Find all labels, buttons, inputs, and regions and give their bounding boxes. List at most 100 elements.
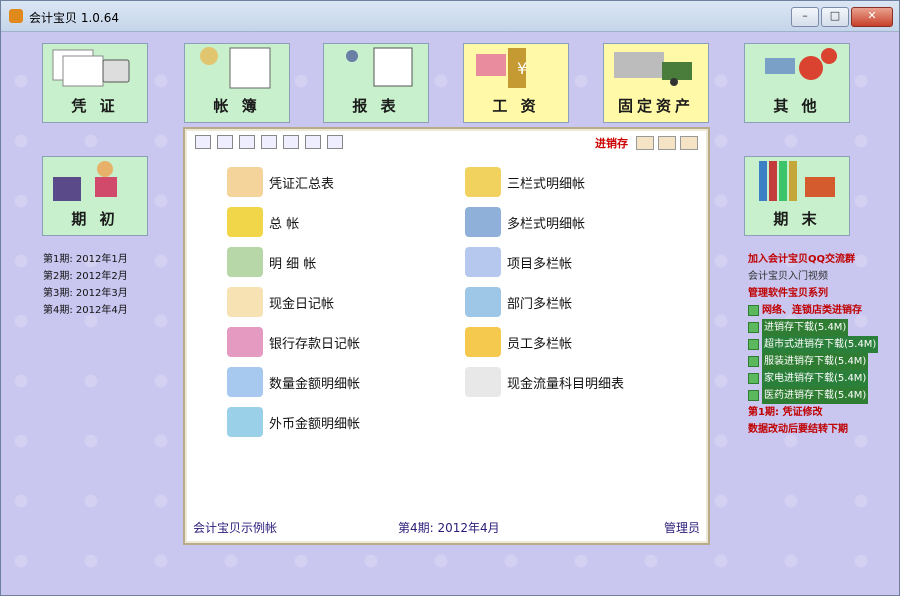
tile-label: 工 资 <box>492 97 540 115</box>
lock-icon[interactable] <box>239 135 255 149</box>
books-icon <box>759 161 835 201</box>
menu-general-ledger[interactable]: 总 帐 <box>227 207 299 237</box>
tile-fixed-assets[interactable]: 固定资产 <box>603 43 709 123</box>
stack-icon[interactable] <box>327 135 343 149</box>
download-item[interactable]: 服装进销存下载(5.4M) <box>748 353 898 370</box>
folder-icon <box>227 167 263 197</box>
tile-report[interactable]: 报 表 <box>323 43 429 123</box>
tile-label: 期 末 <box>773 210 821 228</box>
menu-cash-journal[interactable]: 现金日记帐 <box>227 287 334 317</box>
window-title: 会计宝贝 1.0.64 <box>29 11 119 25</box>
menu-employee-columns[interactable]: 员工多栏帐 <box>465 327 572 357</box>
maximize-button[interactable]: □ <box>821 7 849 27</box>
menu-label: 三栏式明细帐 <box>507 176 586 192</box>
quantity-icon <box>227 367 263 397</box>
minimize-button[interactable]: – <box>791 7 819 27</box>
app-icon <box>9 9 23 23</box>
qq-group-link[interactable]: 加入会计宝贝QQ交流群 <box>748 251 898 268</box>
menu-label: 员工多栏帐 <box>507 336 573 352</box>
period-item[interactable]: 第2期: 2012年2月 <box>43 268 128 285</box>
menu-label: 数量金额明细帐 <box>269 376 361 392</box>
tile-salary[interactable]: ¥ 工 资 <box>463 43 569 123</box>
employee-icon <box>465 327 501 357</box>
notebook-icon <box>465 207 501 237</box>
salary-icon: ¥ <box>476 48 527 88</box>
calendar-icon[interactable] <box>195 135 211 149</box>
tools-icon[interactable] <box>283 135 299 149</box>
svg-text:¥: ¥ <box>517 59 527 78</box>
truck-icon <box>614 52 692 86</box>
jxc-link[interactable]: 进销存 <box>595 135 628 151</box>
arrow-icon <box>748 305 759 316</box>
tile-opening[interactable]: 期 初 <box>42 156 148 236</box>
chart-icon <box>227 247 263 277</box>
learn-icon[interactable] <box>658 136 676 150</box>
menu-cashflow-detail[interactable]: 现金流量科目明细表 <box>465 367 624 397</box>
download-item[interactable]: 医药进销存下载(5.4M) <box>748 387 898 404</box>
tile-label: 期 初 <box>71 210 119 228</box>
download-item[interactable]: 家电进销存下载(5.4M) <box>748 370 898 387</box>
current-period: 第4期: 2012年4月 <box>398 521 500 535</box>
download-icon <box>748 356 759 367</box>
card-icon[interactable] <box>305 135 321 149</box>
menu-quantity-detail[interactable]: 数量金额明细帐 <box>227 367 360 397</box>
period-item[interactable]: 第3期: 2012年3月 <box>43 285 128 302</box>
app-window: 会计宝贝 1.0.64 – □ ✕ 凭 证 帐 簿 报 表 ¥ 工 资 固定资产… <box>0 0 900 596</box>
chain-link[interactable]: 网络、连锁店类进销存 <box>748 302 898 319</box>
panel-toolbar-right: 进销存 <box>595 135 698 151</box>
currency-icon <box>227 407 263 437</box>
bank-icon <box>227 327 263 357</box>
download-icon <box>748 322 759 333</box>
period-item[interactable]: 第1期: 2012年1月 <box>43 251 128 268</box>
search-icon <box>465 247 501 277</box>
menu-voucher-summary[interactable]: 凭证汇总表 <box>227 167 334 197</box>
menu-project-columns[interactable]: 项目多栏帐 <box>465 247 572 277</box>
download-icon <box>748 390 759 401</box>
tile-other[interactable]: 其 他 <box>744 43 850 123</box>
title-bar: 会计宝贝 1.0.64 – □ ✕ <box>1 1 899 32</box>
clover-icon <box>227 207 263 237</box>
gear-icon <box>765 48 837 80</box>
tile-voucher[interactable]: 凭 证 <box>42 43 148 123</box>
account-name[interactable]: 会计宝贝示例帐 <box>193 519 277 536</box>
menu-department-columns[interactable]: 部门多栏帐 <box>465 287 572 317</box>
menu-label: 现金日记帐 <box>269 296 335 312</box>
pen-icon <box>465 167 501 197</box>
menu-three-column[interactable]: 三栏式明细帐 <box>465 167 585 197</box>
intro-video-link[interactable]: 会计宝贝入门视频 <box>748 268 898 285</box>
qq-icon[interactable] <box>636 136 654 150</box>
current-user: 管理员 <box>663 521 700 535</box>
ledger-icon <box>200 47 271 89</box>
panel-footer: 会计宝贝示例帐 第4期: 2012年4月 管理员 <box>193 519 700 535</box>
menu-foreign-detail[interactable]: 外币金额明细帐 <box>227 407 360 437</box>
menu-bank-journal[interactable]: 银行存款日记帐 <box>227 327 360 357</box>
download-icon <box>748 373 759 384</box>
period-item[interactable]: 第4期: 2012年4月 <box>43 302 128 319</box>
tile-label: 固定资产 <box>617 97 694 115</box>
exit-icon[interactable] <box>680 136 698 150</box>
tile-closing[interactable]: 期 末 <box>744 156 850 236</box>
department-icon <box>465 287 501 317</box>
menu-label: 明 细 帐 <box>269 256 317 272</box>
close-button[interactable]: ✕ <box>851 7 893 27</box>
menu-label: 项目多栏帐 <box>507 256 573 272</box>
series-heading: 管理软件宝贝系列 <box>748 288 828 299</box>
menu-multi-column[interactable]: 多栏式明细帐 <box>465 207 585 237</box>
document-icon <box>465 367 501 397</box>
user-icon[interactable] <box>261 135 277 149</box>
download-item[interactable]: 超市式进销存下载(5.4M) <box>748 336 898 353</box>
download-item[interactable]: 进销存下载(5.4M) <box>748 319 898 336</box>
tile-label: 凭 证 <box>71 97 119 115</box>
calculator-icon[interactable] <box>217 135 233 149</box>
tile-label: 其 他 <box>773 97 821 115</box>
menu-label: 凭证汇总表 <box>269 176 335 192</box>
note-line: 数据改动后要结转下期 <box>748 424 848 435</box>
report-icon <box>346 47 413 87</box>
menu-detail-ledger[interactable]: 明 细 帐 <box>227 247 316 277</box>
menu-label: 多栏式明细帐 <box>507 216 586 232</box>
menu-label: 现金流量科目明细表 <box>507 376 625 392</box>
tile-ledger[interactable]: 帐 簿 <box>184 43 290 123</box>
ledger-panel: 进销存 凭证汇总表 总 帐 明 细 帐 现金日记帐 银行存款日记帐 数量金额明细… <box>183 127 710 545</box>
download-icon <box>748 339 759 350</box>
menu-label: 部门多栏帐 <box>507 296 573 312</box>
